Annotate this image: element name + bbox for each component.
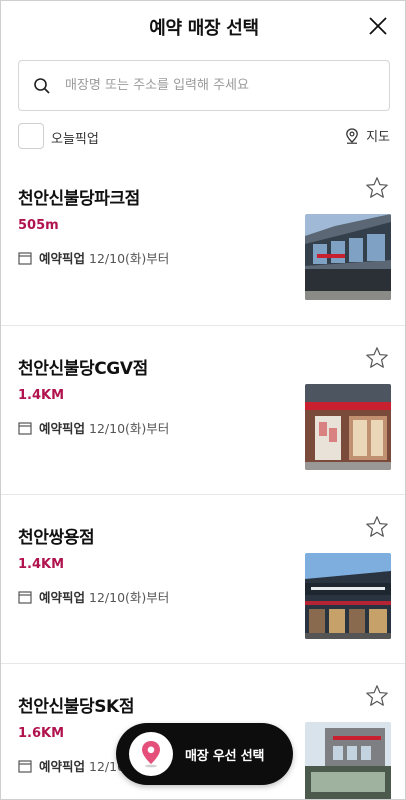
calendar-icon bbox=[18, 251, 32, 265]
store-distance: 1.6KM bbox=[18, 726, 65, 741]
store-photo bbox=[305, 722, 391, 799]
location-pin-icon bbox=[142, 741, 160, 768]
store-photo bbox=[305, 553, 391, 639]
store-item[interactable]: 천안신불당파크점 505m 예약픽업 12/10(화)부터 bbox=[1, 156, 405, 326]
map-label: 지도 bbox=[366, 130, 390, 145]
cta-label: 매장 우선 선택 bbox=[185, 749, 265, 764]
today-pickup-label: 오늘픽업 bbox=[51, 132, 99, 147]
store-name: 천안신불당파크점 bbox=[18, 189, 140, 209]
star-icon[interactable] bbox=[365, 176, 389, 200]
calendar-icon bbox=[18, 421, 32, 435]
pickup-info: 예약픽업 12/10(화)부터 bbox=[18, 587, 169, 606]
filter-row: 오늘픽업 지도 bbox=[18, 123, 390, 151]
store-item[interactable]: 천안신불당CGV점 1.4KM 예약픽업 12/10(화)부터 bbox=[1, 325, 405, 495]
pickup-info: 예약픽업 12/10(화)부터 bbox=[18, 418, 169, 437]
store-name: 천안쌍용점 bbox=[18, 528, 95, 548]
priority-store-select-button[interactable]: 매장 우선 선택 bbox=[116, 723, 293, 785]
search-input[interactable] bbox=[65, 78, 365, 93]
pickup-label: 예약픽업 bbox=[39, 421, 86, 436]
calendar-icon bbox=[18, 759, 32, 773]
pickup-date: 12/10(화)부터 bbox=[89, 421, 170, 436]
search-box[interactable] bbox=[18, 60, 390, 111]
close-icon[interactable] bbox=[367, 15, 389, 37]
pickup-label: 예약픽업 bbox=[39, 251, 86, 266]
map-button[interactable]: 지도 bbox=[345, 126, 390, 145]
search-icon bbox=[34, 77, 50, 94]
star-icon[interactable] bbox=[365, 684, 389, 708]
star-icon[interactable] bbox=[365, 515, 389, 539]
page-title: 예약 매장 선택 bbox=[149, 18, 259, 39]
cta-icon-circle bbox=[129, 732, 173, 776]
store-name: 천안신불당CGV점 bbox=[18, 359, 148, 379]
store-distance: 505m bbox=[18, 218, 59, 233]
store-select-screen: 예약 매장 선택 오늘픽업 지도 천안신불당파크점 505m bbox=[0, 0, 406, 800]
pickup-label: 예약픽업 bbox=[39, 590, 86, 605]
pickup-info: 예약픽업 12/10(화)부터 bbox=[18, 248, 169, 267]
pickup-date: 12/10(화)부터 bbox=[89, 590, 170, 605]
pickup-label: 예약픽업 bbox=[39, 759, 86, 774]
store-photo bbox=[305, 214, 391, 300]
today-pickup-checkbox[interactable] bbox=[18, 123, 44, 149]
pickup-date: 12/10(화)부터 bbox=[89, 251, 170, 266]
store-item[interactable]: 천안쌍용점 1.4KM 예약픽업 12/10(화)부터 bbox=[1, 494, 405, 664]
store-photo bbox=[305, 384, 391, 470]
store-distance: 1.4KM bbox=[18, 557, 65, 572]
store-distance: 1.4KM bbox=[18, 388, 65, 403]
star-icon[interactable] bbox=[365, 346, 389, 370]
header: 예약 매장 선택 bbox=[1, 1, 405, 53]
map-pin-icon bbox=[346, 127, 358, 144]
calendar-icon bbox=[18, 590, 32, 604]
store-name: 천안신불당SK점 bbox=[18, 697, 135, 717]
